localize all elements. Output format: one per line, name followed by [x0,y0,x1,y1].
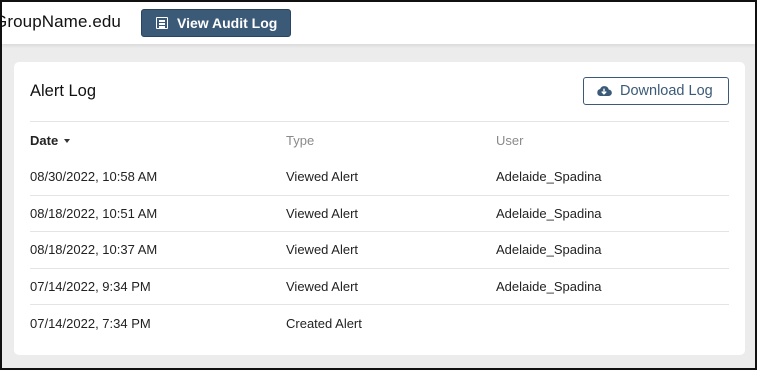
column-header-type[interactable]: Type [286,133,496,148]
cell-date: 08/30/2022, 10:58 AM [30,169,158,185]
cell-type: Viewed Alert [286,242,359,258]
cell-user: Adelaide_Spadina [496,205,602,221]
cell-date: 07/14/2022, 7:34 PM [30,316,151,332]
cell-user: Adelaide_Spadina [496,242,602,258]
list-icon [156,17,168,29]
table-row[interactable]: 07/14/2022, 7:34 PM Created Alert [30,305,729,342]
cell-date: 08/18/2022, 10:37 AM [30,242,158,258]
table-header: Date Type User [30,122,729,159]
cell-date: 08/18/2022, 10:51 AM [30,205,158,221]
table-row[interactable]: 08/18/2022, 10:51 AM Viewed Alert Adelai… [30,196,729,233]
cell-type: Viewed Alert [286,205,359,221]
app-frame: GroupName.edu View Audit Log Alert Log D… [0,0,757,370]
cell-user: Adelaide_Spadina [496,279,602,295]
cell-user: Adelaide_Spadina [496,169,602,185]
download-log-button[interactable]: Download Log [583,77,729,105]
column-header-user[interactable]: User [496,133,729,148]
card-title: Alert Log [30,82,97,100]
cell-date: 07/14/2022, 9:34 PM [30,279,151,295]
alert-log-table: Date Type User 08/30/2022, 10:58 AM View… [30,121,729,342]
column-header-date-label: Date [30,133,59,148]
view-audit-log-button[interactable]: View Audit Log [141,9,291,37]
top-bar: GroupName.edu View Audit Log [0,2,755,44]
cell-type: Viewed Alert [286,169,359,185]
cell-type: Viewed Alert [286,279,359,295]
column-header-date[interactable]: Date [30,133,286,148]
alert-log-card: Alert Log Download Log Date Type User 08… [14,62,745,355]
download-log-label: Download Log [620,83,713,99]
view-audit-log-label: View Audit Log [177,15,278,31]
cell-type: Created Alert [286,316,362,332]
table-row[interactable]: 07/14/2022, 9:34 PM Viewed Alert Adelaid… [30,269,729,306]
org-name: GroupName.edu [0,12,121,31]
table-row[interactable]: 08/30/2022, 10:58 AM Viewed Alert Adelai… [30,159,729,196]
sort-descending-icon [64,139,71,143]
cloud-download-icon [597,86,612,97]
table-row[interactable]: 08/18/2022, 10:37 AM Viewed Alert Adelai… [30,232,729,269]
